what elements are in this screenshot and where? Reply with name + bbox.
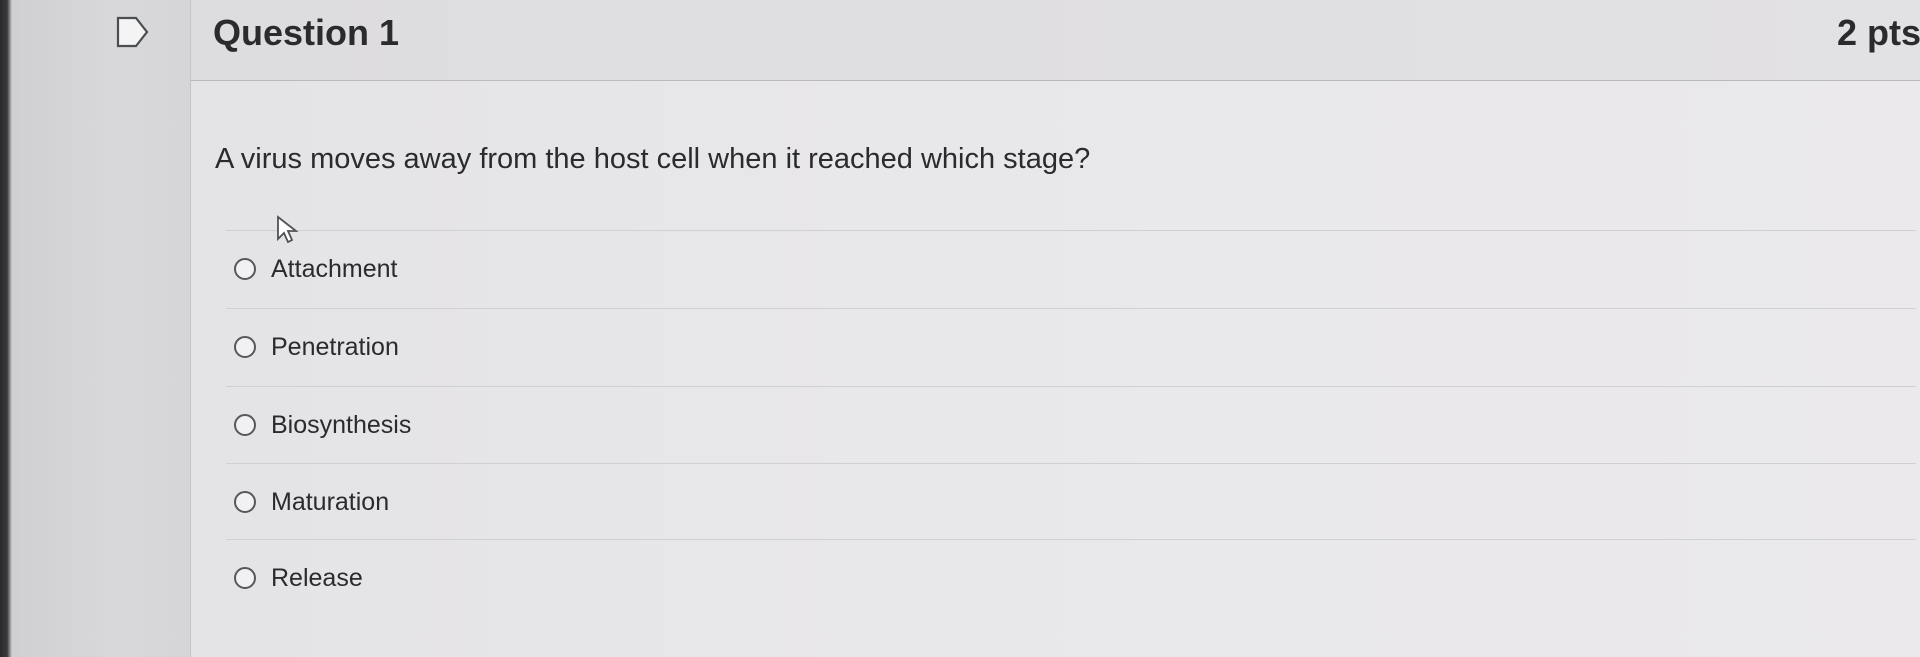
answer-label[interactable]: Penetration	[271, 333, 399, 362]
flag-question-icon[interactable]	[116, 15, 150, 49]
answer-option[interactable]: Biosynthesis	[226, 386, 1916, 463]
answer-label[interactable]: Release	[271, 564, 363, 593]
radio-unselected-icon[interactable]	[234, 258, 256, 280]
answer-option[interactable]: Attachment	[226, 230, 1916, 307]
question-title: Question 1	[213, 12, 400, 53]
answer-option[interactable]: Maturation	[226, 463, 1916, 540]
mouse-pointer-icon	[277, 215, 299, 244]
answer-label[interactable]: Maturation	[271, 488, 389, 517]
radio-unselected-icon[interactable]	[234, 336, 256, 358]
left-gutter	[0, 0, 190, 657]
radio-unselected-icon[interactable]	[234, 567, 256, 589]
question-header: Question 1 2 pts	[191, 0, 1920, 81]
radio-unselected-icon[interactable]	[234, 491, 256, 513]
answer-option[interactable]: Penetration	[226, 308, 1916, 385]
answer-label[interactable]: Biosynthesis	[271, 411, 411, 440]
answer-option[interactable]: Release	[226, 539, 1916, 616]
question-card: Question 1 2 pts A virus moves away from…	[190, 0, 1920, 657]
question-points: 2 pts	[1836, 12, 1920, 53]
answer-label[interactable]: Attachment	[271, 255, 397, 284]
question-text: A virus moves away from the host cell wh…	[215, 143, 1091, 175]
radio-unselected-icon[interactable]	[234, 414, 256, 436]
